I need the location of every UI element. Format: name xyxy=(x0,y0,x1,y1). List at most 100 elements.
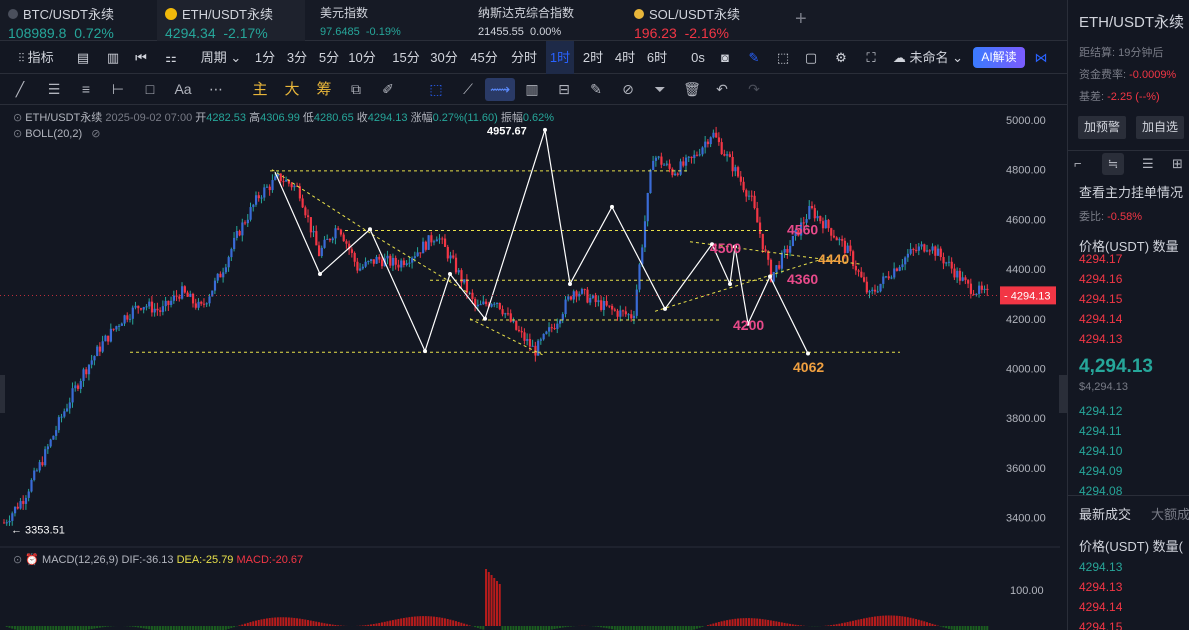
right-panel-toggle[interactable] xyxy=(1059,375,1067,413)
timeframe-option[interactable]: 0s xyxy=(688,41,708,74)
add-tab-button[interactable]: + xyxy=(795,8,807,31)
main-force-button[interactable]: 主 xyxy=(248,78,272,101)
timeframe-option[interactable]: 2时 xyxy=(580,41,606,74)
bid-row[interactable]: 4294.12 xyxy=(1079,404,1122,418)
timeframe-option[interactable]: 1时 xyxy=(546,41,574,74)
redo-icon[interactable]: ↷ xyxy=(742,78,766,101)
macd-legend[interactable]: ⊙ ⏰ MACD(12,26,9) DIF:-36.13 DEA:-25.79 … xyxy=(13,553,303,566)
sync-icon[interactable]: ⧉ xyxy=(344,78,368,101)
tab-eth[interactable]: ETH/USDT永续 4294.34 -2.17% xyxy=(157,0,305,41)
candle-body xyxy=(737,167,740,177)
template-icon[interactable]: ▢ xyxy=(800,41,822,74)
filter-icon[interactable]: ⏷ xyxy=(648,78,672,101)
horizontal-lines-icon[interactable]: ≡ xyxy=(74,78,98,101)
indicators-button[interactable]: ⫶⫶ 指标 xyxy=(8,41,64,74)
orderbook-icon[interactable]: ⌐ xyxy=(1074,156,1082,171)
tab-latest-trades[interactable]: 最新成交 xyxy=(1079,504,1131,523)
fullscreen-icon[interactable]: ⬚ xyxy=(772,41,794,74)
candle-body xyxy=(265,186,269,188)
rectangle-icon[interactable]: □ xyxy=(138,78,162,101)
macd-histogram-bar xyxy=(739,618,742,626)
horizontal-ray-icon[interactable]: ⊢ xyxy=(106,78,130,101)
brush-icon[interactable]: ✐ xyxy=(376,78,400,101)
candle-body xyxy=(964,277,967,281)
candle-type-icon[interactable]: ▥ xyxy=(520,78,544,101)
expand-icon[interactable]: ⛶ xyxy=(860,41,882,74)
trash-icon[interactable]: 🗑 xyxy=(680,78,704,101)
period-dropdown[interactable]: 周期 ⌄ xyxy=(196,41,246,74)
calendar-icon[interactable]: ▤ xyxy=(72,41,94,74)
candle-body xyxy=(649,169,652,193)
y-tick-label: 4200.00 xyxy=(1006,314,1046,326)
eye-off-icon[interactable]: ⊘ xyxy=(616,78,640,101)
chart-area[interactable]: 5000.00 4800.00 4600.00 4400.00 4200.00 4000.… xyxy=(0,105,1067,630)
timeframe-option[interactable]: 5分 xyxy=(316,41,342,74)
ai-interpret-button[interactable]: AI解读 xyxy=(973,47,1025,68)
ask-row[interactable]: 4294.15 xyxy=(1079,292,1122,306)
tab-large-trades[interactable]: 大额成 xyxy=(1151,504,1189,523)
depth-icon[interactable]: ≒ xyxy=(1102,153,1124,175)
lock-icon[interactable]: ⊟ xyxy=(552,78,576,101)
price-chart[interactable]: 5000.00 4800.00 4600.00 4400.00 4200.00 4000.… xyxy=(0,105,1067,630)
eye-off-icon[interactable]: ⊘ xyxy=(91,128,100,140)
pencil-icon[interactable]: ✎ xyxy=(743,41,765,74)
replay-icon[interactable]: ⏮ xyxy=(130,41,152,74)
bid-row[interactable]: 4294.10 xyxy=(1079,444,1122,458)
macd-histogram-bar xyxy=(274,617,277,626)
more-tools-icon[interactable]: ⋯ xyxy=(204,78,228,101)
macd-histogram-bar xyxy=(320,622,323,626)
candle-body xyxy=(857,270,860,272)
trend-line-icon[interactable]: ╱ xyxy=(8,78,32,101)
timeframe-option[interactable]: 4时 xyxy=(612,41,638,74)
text-tool-icon[interactable]: Aa xyxy=(170,78,196,101)
parallel-lines-icon[interactable]: ☰ xyxy=(42,78,66,101)
layout-name-dropdown[interactable]: ☁ 未命名 ⌄ xyxy=(890,41,966,74)
timeframe-option[interactable]: 3分 xyxy=(283,41,311,74)
ask-row[interactable]: 4294.16 xyxy=(1079,272,1122,286)
candle-body xyxy=(11,513,14,521)
collapse-icon[interactable]: ⊙ xyxy=(13,554,22,566)
undo-icon[interactable]: ↶ xyxy=(710,78,734,101)
timeframe-option[interactable]: 15分 xyxy=(390,41,422,74)
select-icon[interactable]: ⬚ xyxy=(424,78,448,101)
camera-icon[interactable]: ◙ xyxy=(714,41,736,74)
timeframe-option[interactable]: 45分 xyxy=(468,41,500,74)
collapse-icon[interactable]: ⊙ xyxy=(13,112,22,124)
left-panel-toggle[interactable] xyxy=(0,375,5,413)
collapse-icon[interactable]: ⊙ xyxy=(13,128,22,140)
layout-icon[interactable]: ▥ xyxy=(102,41,124,74)
ruler-icon[interactable]: ⟋ xyxy=(456,78,480,101)
timeframe-option[interactable]: 6时 xyxy=(644,41,670,74)
boll-legend[interactable]: ⊙ BOLL(20,2) ⊘ xyxy=(13,127,100,140)
timeframe-option[interactable]: 10分 xyxy=(347,41,377,74)
chip-distribution-button[interactable]: 筹 xyxy=(312,78,336,101)
candle-body xyxy=(290,183,293,188)
grid-icon[interactable]: ⊞ xyxy=(1172,156,1183,172)
candle-body xyxy=(739,176,742,182)
macd-histogram-bar xyxy=(41,626,44,630)
bid-row[interactable]: 4294.09 xyxy=(1079,464,1122,478)
tab-nasdaq[interactable]: 纳斯达克综合指数 21455.55 0.00% xyxy=(470,0,620,41)
settings-gear-icon[interactable]: ⚙ xyxy=(830,41,852,74)
compare-icon[interactable]: ⚏ xyxy=(160,41,182,74)
tab-sol[interactable]: SOL/USDT永续 196.23 -2.16% xyxy=(626,0,786,41)
path-draw-icon[interactable]: ⟿ xyxy=(485,78,515,101)
tab-dxy[interactable]: 美元指数 97.6485 -0.19% xyxy=(312,0,462,41)
edit-icon[interactable]: ✎ xyxy=(584,78,608,101)
timeframe-option[interactable]: 1分 xyxy=(252,41,278,74)
large-order-button[interactable]: 大 xyxy=(280,78,304,101)
list-icon[interactable]: ☰ xyxy=(1142,156,1154,172)
share-icon[interactable]: ⋈ xyxy=(1030,41,1052,74)
add-alert-button[interactable]: 加预警 xyxy=(1078,116,1127,139)
macd-histogram-bar xyxy=(402,617,405,626)
ask-row[interactable]: 4294.14 xyxy=(1079,312,1122,326)
add-watchlist-button[interactable]: 加自选 xyxy=(1136,116,1185,139)
timeframe-option[interactable]: 分时 xyxy=(508,41,540,74)
main-orders-link[interactable]: 查看主力挂单情况 xyxy=(1079,182,1183,201)
ask-row[interactable]: 4294.17 xyxy=(1079,252,1122,266)
timeframe-option[interactable]: 30分 xyxy=(428,41,460,74)
candle-body xyxy=(186,292,189,297)
tab-btc[interactable]: BTC/USDT永续 108989.8 0.72% xyxy=(0,0,155,41)
ask-row[interactable]: 4294.13 xyxy=(1079,332,1122,346)
bid-row[interactable]: 4294.11 xyxy=(1079,424,1122,438)
